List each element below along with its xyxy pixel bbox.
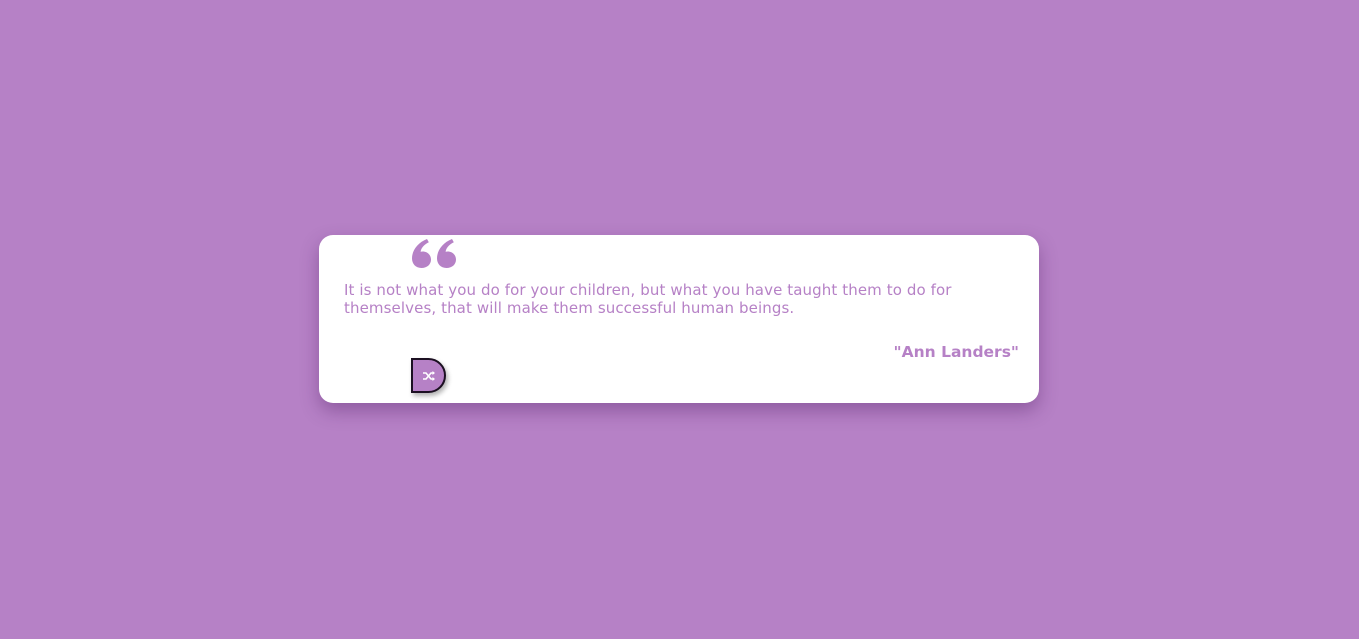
quote-left-icon bbox=[412, 239, 456, 268]
quote-text: It is not what you do for your children,… bbox=[344, 281, 952, 317]
shuffle-icon bbox=[422, 370, 435, 381]
quote-author: "Ann Landers" bbox=[893, 343, 1019, 361]
new-quote-button[interactable] bbox=[411, 358, 446, 393]
quote-card: It is not what you do for your children,… bbox=[319, 235, 1039, 403]
